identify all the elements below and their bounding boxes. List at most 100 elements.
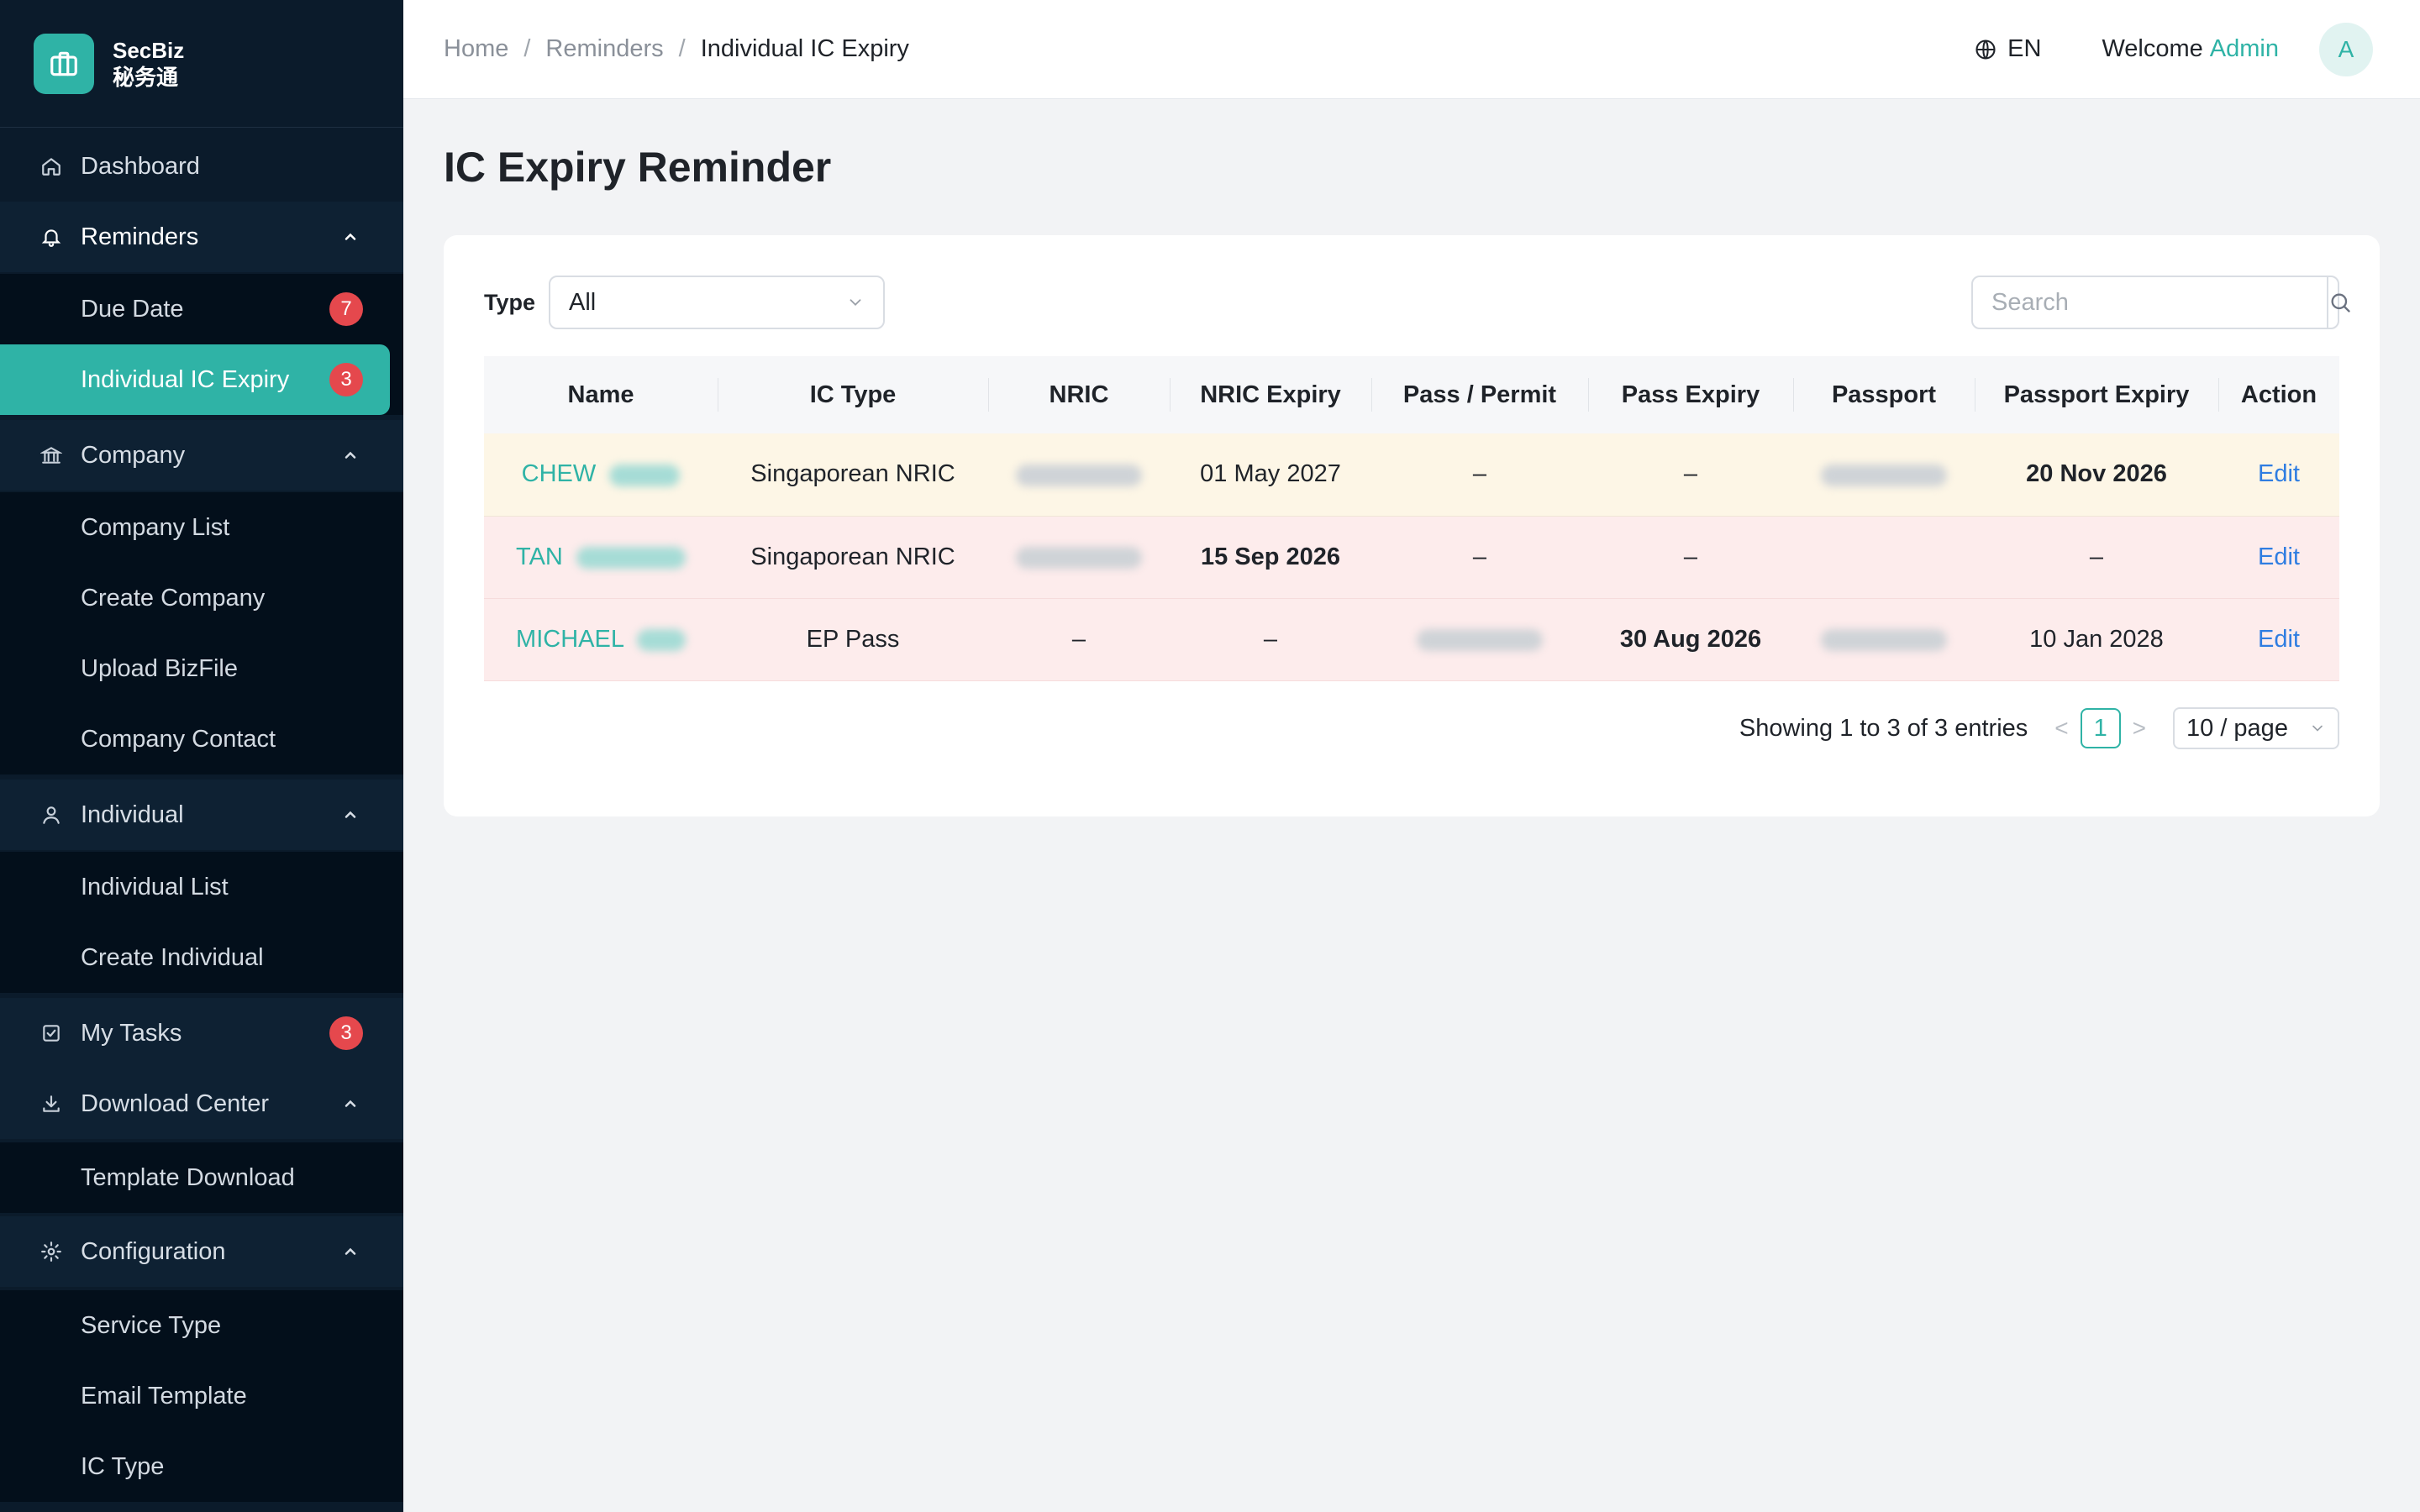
sidebar-label-company: Company — [81, 441, 186, 469]
sidebar-label-ic-type: IC Type — [81, 1452, 165, 1480]
checkbox-icon — [39, 1021, 64, 1046]
column-header-pass-expiry: Pass Expiry — [1588, 356, 1793, 433]
sidebar-label-individual-ic-expiry: Individual IC Expiry — [81, 365, 290, 393]
search-input[interactable] — [1973, 277, 2327, 328]
cell-passport-expiry: 20 Nov 2026 — [1975, 433, 2218, 517]
cell-nric: – — [988, 598, 1170, 681]
column-header-pass-permit: Pass / Permit — [1371, 356, 1588, 433]
cell-pass-permit: – — [1371, 516, 1588, 599]
search-box — [1971, 276, 2350, 329]
column-header-nric: NRIC — [988, 356, 1170, 433]
breadcrumb-home[interactable]: Home — [444, 35, 508, 63]
redacted-nric — [1016, 464, 1142, 486]
avatar[interactable]: A — [2319, 22, 2373, 76]
welcome-label: Welcome — [2102, 35, 2203, 62]
sidebar-label-service-type: Service Type — [81, 1311, 222, 1339]
type-filter-label: Type — [484, 289, 536, 315]
page-button-current[interactable]: 1 — [2080, 708, 2121, 748]
cell-action: Edit — [2218, 516, 2339, 599]
sidebar-label-template-download: Template Download — [81, 1163, 295, 1191]
redacted-name — [576, 546, 686, 569]
sidebar-item-due-date[interactable]: Due Date 7 — [0, 274, 403, 344]
sidebar-item-individual-ic-expiry[interactable]: Individual IC Expiry 3 — [0, 344, 390, 415]
pagination-summary: Showing 1 to 3 of 3 entries — [1739, 714, 2028, 742]
cell-pass-expiry: 30 Aug 2026 — [1588, 598, 1793, 681]
next-page-button[interactable]: > — [2133, 715, 2146, 742]
chevron-up-icon — [338, 1239, 363, 1264]
sidebar-item-create-individual[interactable]: Create Individual — [0, 922, 403, 993]
sidebar-item-ic-type[interactable]: IC Type — [0, 1431, 403, 1502]
sidebar-item-my-tasks[interactable]: My Tasks 3 — [0, 998, 403, 1068]
sidebar-item-template-download[interactable]: Template Download — [0, 1142, 403, 1213]
sidebar-label-create-company: Create Company — [81, 584, 266, 612]
sidebar-label-create-individual: Create Individual — [81, 943, 264, 971]
sidebar-item-service-type[interactable]: Service Type — [0, 1290, 403, 1361]
sidebar-item-company-contact[interactable]: Company Contact — [0, 704, 403, 774]
breadcrumb-separator: / — [678, 35, 686, 62]
user-icon — [39, 802, 64, 827]
my-tasks-count-badge: 3 — [329, 1016, 363, 1050]
sidebar-item-email-template[interactable]: Email Template — [0, 1361, 403, 1431]
sidebar-label-upload-bizfile: Upload BizFile — [81, 654, 238, 682]
sidebar-item-upload-bizfile[interactable]: Upload BizFile — [0, 633, 403, 704]
edit-link[interactable]: Edit — [2258, 626, 2300, 653]
cell-name[interactable]: TAN — [484, 516, 718, 599]
cell-action: Edit — [2218, 433, 2339, 517]
cell-passport-expiry: 10 Jan 2028 — [1975, 598, 2218, 681]
chevron-up-icon — [338, 1091, 363, 1116]
column-header-nric-expiry: NRIC Expiry — [1170, 356, 1371, 433]
cell-passport — [1793, 516, 1975, 599]
breadcrumb-current: Individual IC Expiry — [700, 35, 909, 62]
table-row: TAN Singaporean NRIC 15 Sep 2026 – – – E… — [484, 516, 2339, 599]
pagination: Showing 1 to 3 of 3 entries < 1 > 10 / p… — [1739, 707, 2339, 749]
column-header-passport-expiry: Passport Expiry — [1975, 356, 2218, 433]
globe-icon — [1975, 39, 1996, 60]
sidebar-group-reminders[interactable]: Reminders — [0, 202, 403, 272]
cell-name[interactable]: CHEW — [484, 433, 718, 517]
search-button[interactable] — [2327, 277, 2352, 328]
sidebar-label-my-tasks: My Tasks — [81, 1019, 182, 1047]
due-date-count-badge: 7 — [329, 292, 363, 326]
sidebar-group-company[interactable]: Company — [0, 420, 403, 491]
individual-name-link[interactable]: CHEW — [522, 460, 597, 487]
sidebar-label-configuration: Configuration — [81, 1237, 226, 1265]
brand-subtitle: 秘务通 — [113, 64, 179, 90]
sidebar-label-download-center: Download Center — [81, 1089, 270, 1117]
cell-passport-expiry: – — [1975, 516, 2218, 599]
cell-nric — [988, 516, 1170, 599]
sidebar-group-individual[interactable]: Individual — [0, 780, 403, 850]
page-size-select[interactable]: 10 / page — [2173, 707, 2339, 749]
cell-ic-type: Singaporean NRIC — [718, 516, 988, 599]
ic-expiry-count-badge: 3 — [329, 363, 363, 396]
chevron-down-icon — [850, 299, 861, 307]
individual-name-link[interactable]: TAN — [516, 543, 563, 570]
type-select[interactable]: All — [549, 276, 886, 329]
sidebar-item-dashboard[interactable]: Dashboard — [0, 131, 403, 202]
sidebar-item-individual-list[interactable]: Individual List — [0, 852, 403, 922]
sidebar-group-configuration[interactable]: Configuration — [0, 1216, 403, 1287]
breadcrumb-reminders[interactable]: Reminders — [545, 35, 663, 63]
breadcrumb: Home / Reminders / Individual IC Expiry — [444, 35, 909, 63]
sidebar-label-reminders: Reminders — [81, 223, 199, 250]
edit-link[interactable]: Edit — [2258, 543, 2300, 570]
sidebar-label-individual-list: Individual List — [81, 873, 229, 900]
sidebar-group-download-center[interactable]: Download Center — [0, 1068, 403, 1139]
prev-page-button[interactable]: < — [2054, 715, 2068, 742]
sidebar-item-create-company[interactable]: Create Company — [0, 563, 403, 633]
user-name[interactable]: Admin — [2210, 35, 2279, 62]
cell-nric — [988, 433, 1170, 517]
language-switcher[interactable]: EN — [1974, 35, 2041, 63]
table-row: CHEW Singaporean NRIC 01 May 2027 – – 20… — [484, 433, 2339, 517]
bell-icon — [39, 224, 64, 249]
search-icon — [2331, 293, 2350, 312]
cell-pass-expiry: – — [1588, 433, 1793, 517]
edit-link[interactable]: Edit — [2258, 460, 2300, 487]
sidebar: SecBiz 秘务通 Dashboard Reminders Due Date … — [0, 0, 403, 1512]
sidebar-label-email-template: Email Template — [81, 1382, 247, 1410]
brand[interactable]: SecBiz 秘务通 — [0, 0, 403, 128]
sidebar-item-company-list[interactable]: Company List — [0, 492, 403, 563]
welcome-text: Welcome Admin — [2102, 35, 2279, 63]
chevron-down-icon — [2312, 725, 2323, 732]
cell-name[interactable]: MICHAEL — [484, 598, 718, 681]
individual-name-link[interactable]: MICHAEL — [516, 626, 623, 653]
